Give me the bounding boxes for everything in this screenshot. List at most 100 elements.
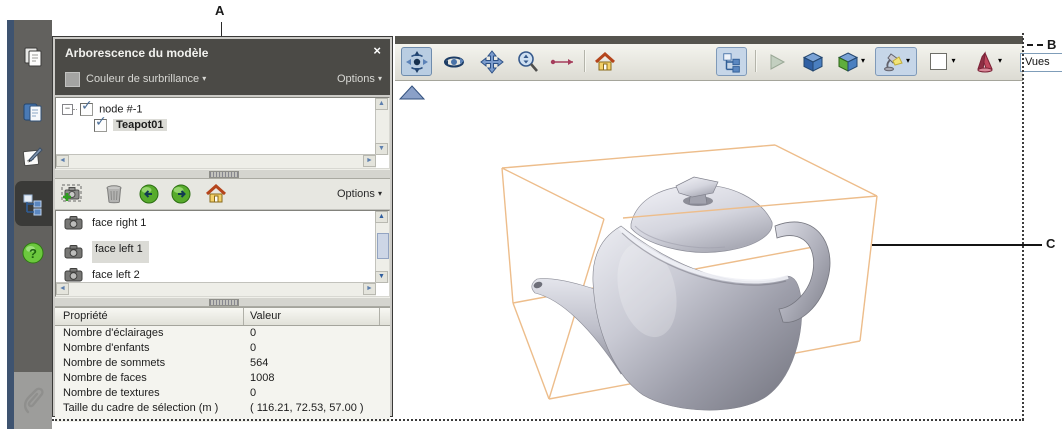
structure-tree-view: − ✓ node #-1 ✓ Teapot01 ▲ ▼ ◄ ► <box>55 97 390 169</box>
scroll-left-icon[interactable]: ◄ <box>56 283 69 295</box>
properties-table-header: Propriété Valeur <box>55 307 390 326</box>
attachments-tab[interactable] <box>20 387 46 414</box>
column-divider[interactable] <box>379 308 380 325</box>
teapot-model[interactable] <box>531 176 831 411</box>
table-row: Nombre de textures 0 <box>63 387 257 399</box>
chevron-down-icon: ▾ <box>860 56 865 65</box>
delete-view-button[interactable] <box>103 183 125 205</box>
lighting-dropdown[interactable]: ▾ <box>875 47 917 76</box>
panel-splitter[interactable] <box>55 169 390 179</box>
signatures-tab[interactable] <box>20 144 46 170</box>
views-options-dropdown[interactable]: Options ▾ <box>337 188 382 200</box>
toggle-model-tree-button[interactable] <box>716 47 747 76</box>
highlight-color-swatch[interactable] <box>65 72 80 87</box>
scrollbar-thumb[interactable] <box>377 233 389 259</box>
signature-icon <box>22 147 43 167</box>
tree-horizontal-scrollbar[interactable]: ◄ ► <box>56 154 376 168</box>
list-item-view[interactable]: face right 1 <box>64 216 146 230</box>
camera-icon <box>64 216 83 230</box>
views-vertical-scrollbar[interactable]: ▲ ▼ <box>375 211 389 283</box>
pages-icon <box>24 47 42 67</box>
layers-tab[interactable] <box>20 99 46 125</box>
chevron-down-icon: ▾ <box>377 74 382 83</box>
table-row: Nombre de faces 1008 <box>63 372 275 384</box>
chevron-down-icon: ▾ <box>202 74 207 83</box>
splitter-grip[interactable] <box>208 299 239 306</box>
properties-table: Nombre d'éclairages 0 Nombre d'enfants 0… <box>55 326 390 422</box>
list-item-view[interactable]: face left 2 <box>64 268 140 282</box>
close-icon[interactable]: × <box>373 43 381 58</box>
tree-vertical-scrollbar[interactable]: ▲ ▼ <box>375 98 389 155</box>
home-icon <box>595 51 615 70</box>
lighting-icon <box>883 52 903 71</box>
views-toolbar: Options ▾ <box>55 179 390 210</box>
cross-section-icon <box>977 50 993 72</box>
window-border-right <box>1022 33 1024 420</box>
views-horizontal-scrollbar[interactable]: ◄ ► <box>56 282 376 296</box>
help-icon: ? <box>22 242 44 264</box>
render-mode-dropdown[interactable]: ▾ <box>831 47 871 76</box>
callout-line-a <box>221 22 222 36</box>
panel-header: Arborescence du modèle × Couleur de surb… <box>55 39 390 95</box>
column-header-value[interactable]: Valeur <box>250 310 281 322</box>
scroll-right-icon[interactable]: ► <box>363 283 376 295</box>
column-divider[interactable] <box>243 308 244 325</box>
window-border-bottom <box>52 419 1024 421</box>
tree-checkbox[interactable]: ✓ <box>80 97 93 116</box>
tree-checkbox[interactable]: ✓ <box>94 113 107 132</box>
play-animation-button[interactable] <box>763 47 791 76</box>
chevron-down-icon: ▾ <box>905 56 910 65</box>
chevron-down-icon: ▾ <box>997 56 1002 65</box>
model-tree-panel: Arborescence du modèle × Couleur de surb… <box>52 36 393 422</box>
table-row: Taille du cadre de sélection (m ) ( 116.… <box>63 402 364 414</box>
panel-splitter[interactable] <box>55 297 390 307</box>
model-tree-tab[interactable] <box>20 191 46 217</box>
render-solid-button[interactable] <box>799 47 827 76</box>
table-row: Nombre d'enfants 0 <box>63 342 257 354</box>
pages-tab[interactable] <box>20 44 46 70</box>
scroll-up-icon[interactable]: ▲ <box>375 98 388 110</box>
scroll-down-icon[interactable]: ▼ <box>375 143 388 155</box>
go-home-view-button[interactable] <box>205 183 227 205</box>
svg-text:?: ? <box>29 246 37 261</box>
default-view-button[interactable] <box>591 47 619 76</box>
render-mode-cube-icon <box>837 51 859 72</box>
next-view-button[interactable] <box>170 183 192 205</box>
model-tree-icon <box>722 52 740 73</box>
tree-row-teapot[interactable]: ✓ Teapot01 <box>91 113 167 132</box>
pan-tool-button[interactable] <box>476 47 507 76</box>
scroll-right-icon[interactable]: ► <box>363 155 376 167</box>
scroll-down-icon[interactable]: ▼ <box>375 271 388 283</box>
table-row: Nombre de sommets 564 <box>63 357 269 369</box>
cross-section-dropdown[interactable]: ▾ <box>967 47 1009 76</box>
tree-options-dropdown[interactable]: Options ▾ <box>337 73 382 85</box>
previous-view-button[interactable] <box>138 183 160 205</box>
tree-collapse-icon[interactable]: − <box>62 104 73 115</box>
play-icon <box>770 53 786 70</box>
window-edge-strip <box>7 20 14 429</box>
3d-toolbar: Vues ▾ ▾ ▾ ▾ <box>395 44 1062 81</box>
highlight-color-dropdown[interactable]: Couleur de surbrillance ▾ <box>86 73 206 85</box>
check-icon: ✓ <box>95 113 107 129</box>
list-item-view-selected[interactable]: face left 1 <box>64 241 149 263</box>
help-tab[interactable]: ? <box>20 240 46 266</box>
toolbar-separator <box>584 50 586 72</box>
scroll-up-icon[interactable]: ▲ <box>375 211 388 223</box>
zoom-tool-button[interactable] <box>513 47 543 76</box>
create-view-button[interactable] <box>61 183 83 205</box>
paperclip-icon <box>23 387 44 414</box>
rotate-tool-button[interactable] <box>401 47 432 76</box>
scroll-left-icon[interactable]: ◄ <box>56 155 69 167</box>
model-tree-icon <box>23 194 42 216</box>
layers-icon <box>23 103 42 122</box>
splitter-grip[interactable] <box>208 171 239 178</box>
zoom-tool-icon <box>518 50 538 72</box>
background-color-dropdown[interactable]: ▾ <box>923 47 963 76</box>
views-dropdown[interactable]: Vues ▾ <box>1020 53 1062 72</box>
column-header-property[interactable]: Propriété <box>63 310 108 322</box>
check-icon: ✓ <box>81 97 93 113</box>
3d-viewport[interactable] <box>395 80 1023 419</box>
screenshot-root: A ? Arborescence du modèle × Couleur de … <box>0 0 1062 429</box>
measure-tool-button[interactable] <box>548 47 578 76</box>
spin-tool-button[interactable] <box>438 47 469 76</box>
